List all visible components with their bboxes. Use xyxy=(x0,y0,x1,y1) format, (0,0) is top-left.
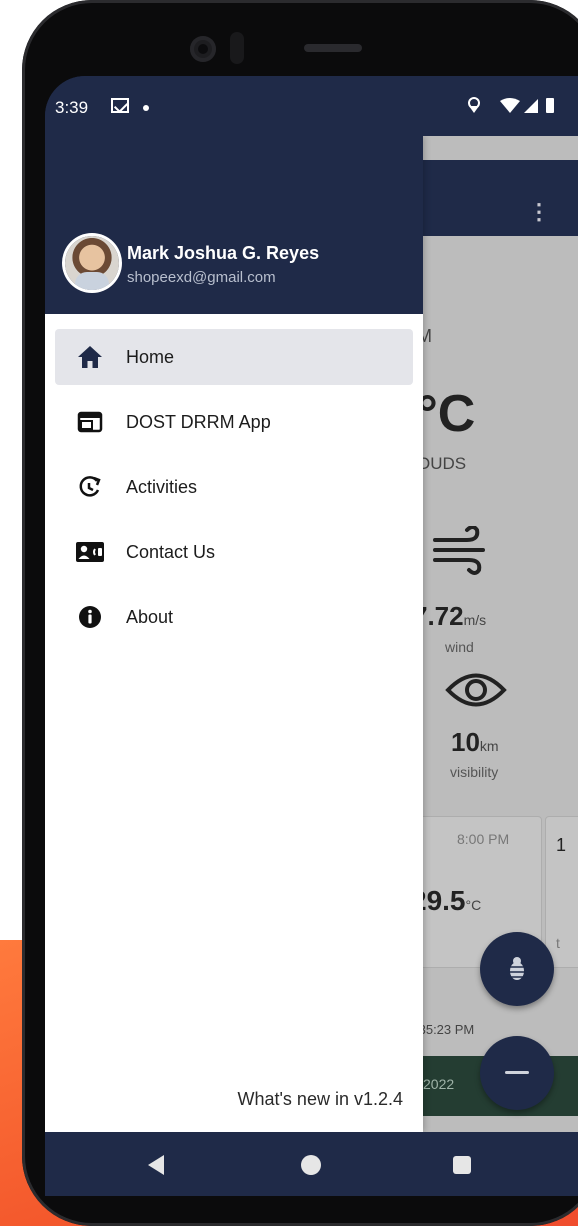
drawer-item-about[interactable]: About xyxy=(55,589,413,645)
web-app-icon xyxy=(77,411,103,433)
wifi-icon xyxy=(500,98,520,113)
contact-card-icon xyxy=(76,542,104,562)
drawer-item-label: Activities xyxy=(126,477,198,497)
recents-icon[interactable] xyxy=(453,1156,471,1174)
status-right-icons xyxy=(464,96,564,121)
drawer-item-label: Contact Us xyxy=(126,542,216,562)
home-icon xyxy=(78,346,102,368)
front-camera xyxy=(190,36,216,62)
status-bar: 3:39 xyxy=(45,76,578,136)
proximity-sensor xyxy=(230,32,244,64)
phone-screen: 3:39 ⋮ M °C OUDS 7.72m/s wind 10km visib… xyxy=(45,76,578,1196)
mail-notification-icon xyxy=(111,98,129,113)
history-icon xyxy=(79,476,101,497)
avatar-shirt xyxy=(75,272,109,290)
navigation-drawer: Mark Joshua G. Reyes shopeexd@gmail.com … xyxy=(45,136,423,1132)
drawer-item-label: About xyxy=(126,607,174,627)
earpiece-speaker xyxy=(304,44,362,52)
user-email: shopeexd@gmail.com xyxy=(127,269,276,286)
drawer-item-contact-us[interactable]: Contact Us xyxy=(55,524,413,580)
system-nav-bar xyxy=(45,1132,578,1196)
notification-dot-icon xyxy=(143,105,149,111)
whats-new-link[interactable]: What's new in v1.2.4 xyxy=(237,1089,403,1110)
drawer-item-activities[interactable]: Activities xyxy=(55,459,413,515)
drawer-item-dost-drrm-app[interactable]: DOST DRRM App xyxy=(55,394,413,450)
drawer-item-label: Home xyxy=(126,347,175,367)
drawer-menu: Home DOST DRRM App Activities Contact Us… xyxy=(45,329,423,654)
signal-icon xyxy=(524,99,538,113)
location-icon xyxy=(468,97,480,113)
drawer-item-label: DOST DRRM App xyxy=(126,412,271,432)
home-circle-icon[interactable] xyxy=(301,1155,321,1175)
user-name: Mark Joshua G. Reyes xyxy=(127,243,320,263)
battery-icon xyxy=(546,98,554,113)
status-time: 3:39 xyxy=(55,98,89,117)
avatar[interactable] xyxy=(65,236,119,290)
info-icon xyxy=(79,606,101,628)
status-icons-svg xyxy=(468,97,554,113)
drawer-header: Mark Joshua G. Reyes shopeexd@gmail.com xyxy=(45,136,423,314)
back-icon[interactable] xyxy=(148,1155,164,1175)
drawer-item-home[interactable]: Home xyxy=(55,329,413,385)
